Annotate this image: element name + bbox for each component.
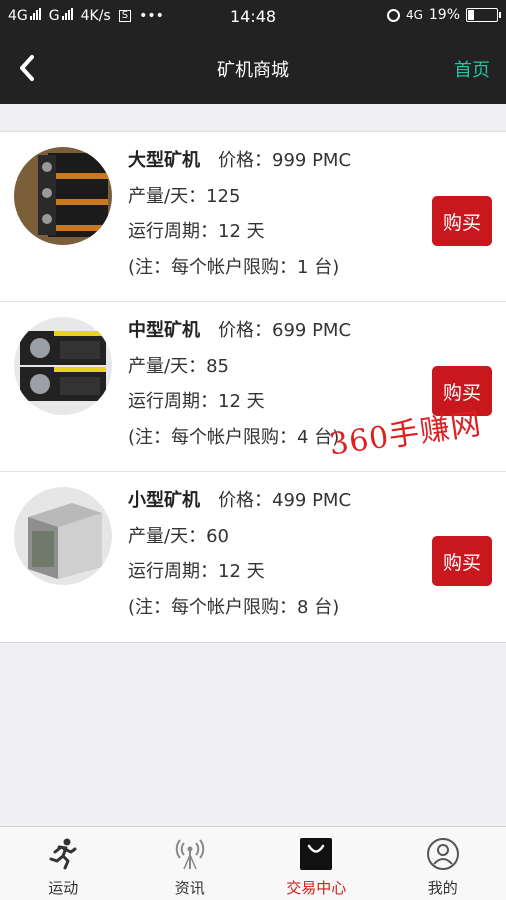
product-cycle: 运行周期：12 天 [128, 221, 265, 242]
tab-label: 运动 [48, 879, 79, 897]
buy-button[interactable]: 购买 [432, 536, 492, 586]
product-output: 产量/天：125 [128, 185, 241, 207]
page-title: 矿机商城 [217, 60, 289, 81]
large-miner-image [14, 147, 112, 245]
product-item-small: 小型矿机 价格：499 PMC 产量/天：60 运行周期：12 天 (注：每个帐户… [0, 472, 506, 642]
tab-label: 交易中心 [286, 879, 347, 897]
alarm-icon [386, 8, 400, 22]
home-link[interactable]: 首页 [454, 56, 490, 82]
product-item-large: 大型矿机 价格：999 PMC 产量/天：125 运行周期：12 天 (注：每个帐… [0, 132, 506, 302]
product-cycle: 运行周期：12 天 [128, 391, 265, 412]
medium-miner-image [14, 317, 112, 415]
buy-button[interactable]: 购买 [432, 196, 492, 246]
tab-label: 我的 [427, 879, 458, 897]
product-output: 产量/天：85 [128, 355, 229, 377]
antenna-icon [175, 839, 204, 870]
tab-bar: 运动 资讯 交易中心 我的 [0, 826, 506, 900]
product-note: (注：每个帐户限购：4 台) [128, 426, 340, 448]
product-name: 中型矿机 [128, 320, 200, 341]
tab-label: 资讯 [174, 879, 205, 897]
price-label: 价格： [218, 150, 272, 171]
network-label-3: 4G [405, 8, 423, 22]
product-price: 699 PMC [272, 320, 352, 341]
shopping-bag-icon [300, 838, 333, 870]
product-note: (注：每个帐户限购：1 台) [128, 256, 340, 278]
tab-mine[interactable]: 我的 [380, 827, 506, 900]
tab-news[interactable]: 资讯 [127, 827, 254, 900]
product-name: 小型矿机 [128, 490, 200, 511]
small-miner-image [14, 487, 112, 585]
nav-bar: 矿机商城 首页 [0, 34, 506, 104]
battery-icon [466, 8, 501, 22]
product-name: 大型矿机 [128, 150, 200, 171]
product-note: (注：每个帐户限购：8 台) [128, 596, 340, 618]
price-label: 价格： [218, 490, 272, 511]
product-price: 999 PMC [272, 150, 352, 171]
battery-percent: 19% [428, 7, 460, 23]
running-icon [49, 838, 77, 870]
product-cycle: 运行周期：12 天 [128, 561, 265, 582]
price-label: 价格： [218, 320, 272, 341]
status-bar: 4G G 4K/s S ••• 14:48 4G 19% [0, 0, 506, 34]
tab-sport[interactable]: 运动 [0, 827, 127, 900]
user-icon [426, 838, 459, 870]
product-output: 产量/天：60 [128, 525, 229, 547]
tab-trade-center[interactable]: 交易中心 [253, 827, 380, 900]
product-price: 499 PMC [272, 490, 352, 511]
product-list: 大型矿机 价格：999 PMC 产量/天：125 运行周期：12 天 (注：每个帐… [0, 131, 506, 643]
